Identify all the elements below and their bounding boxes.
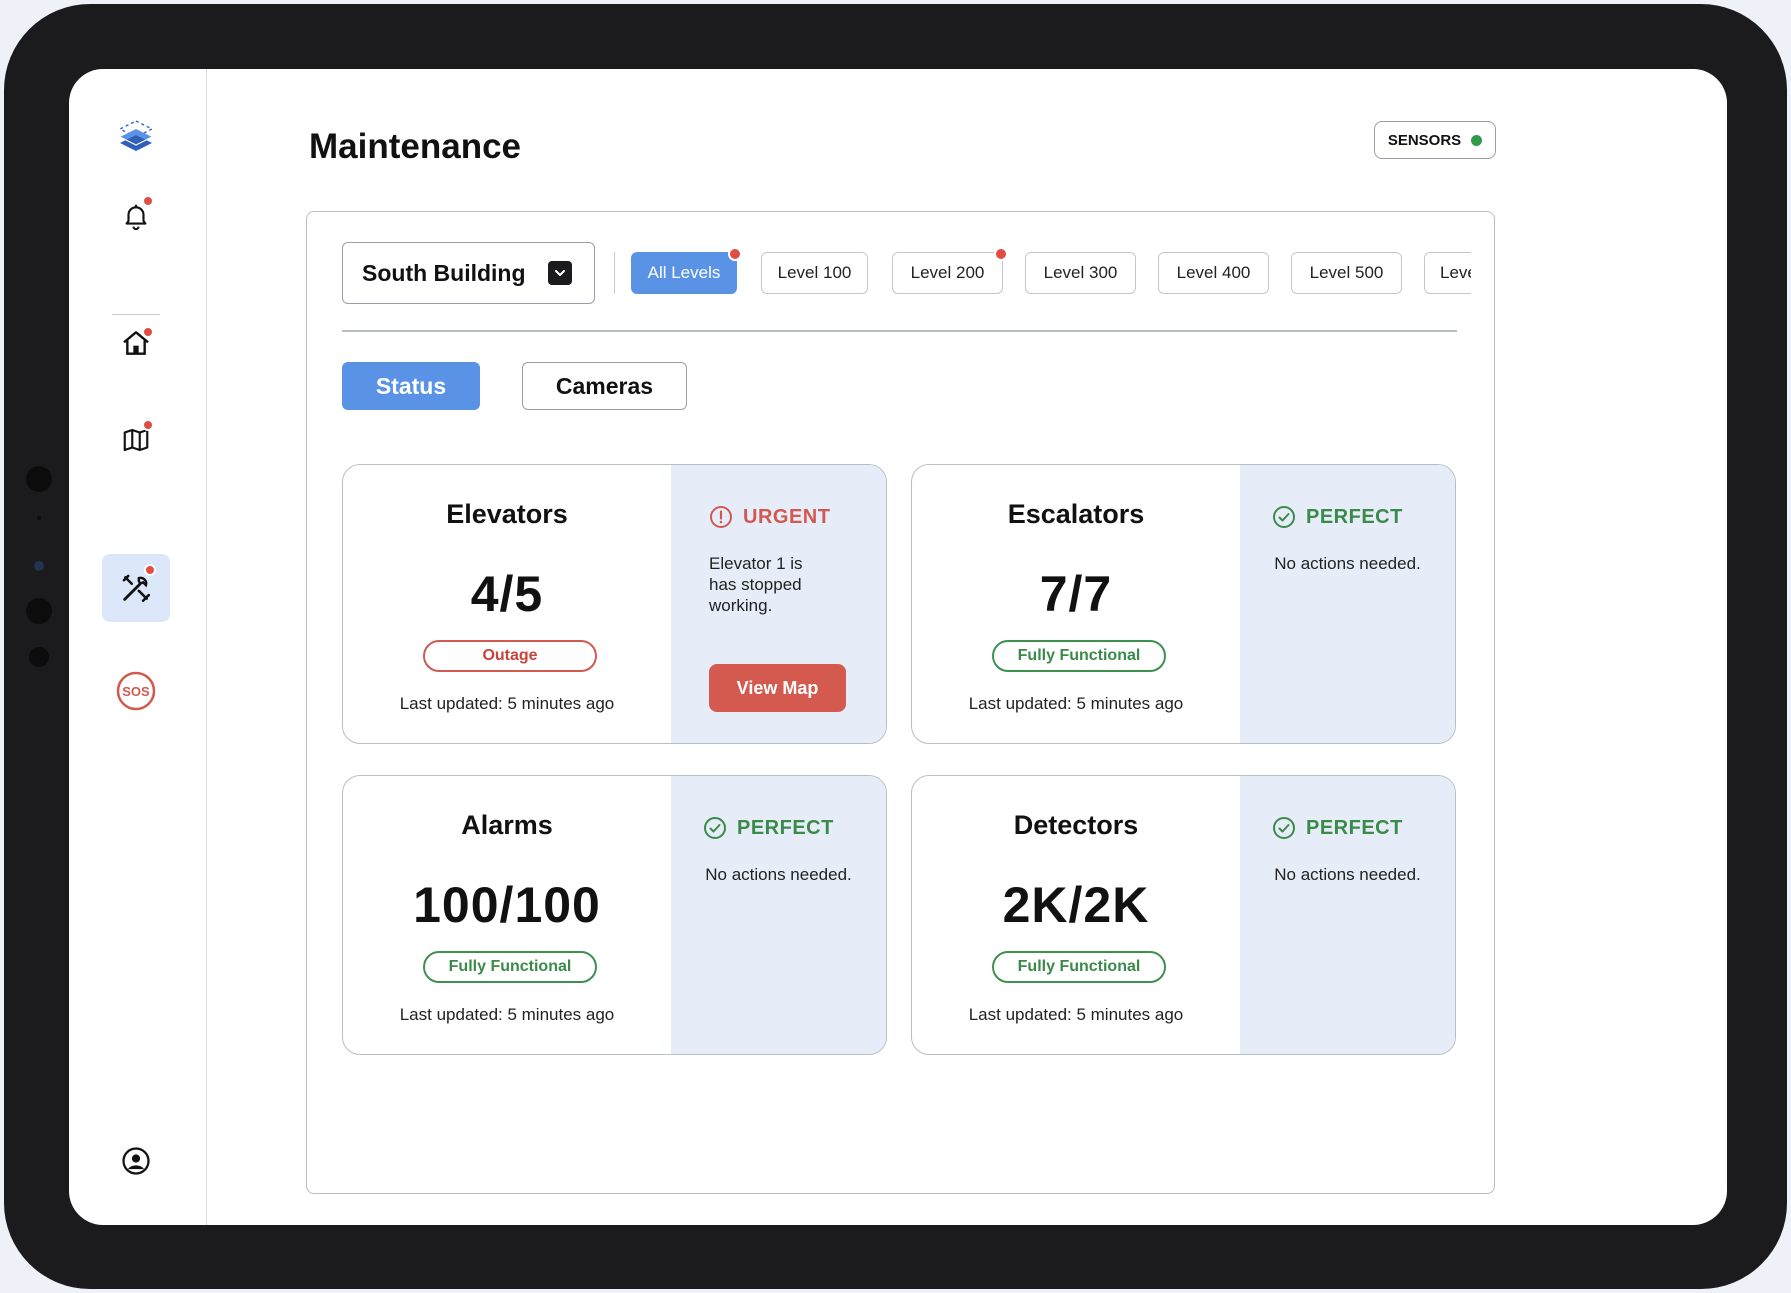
card-title: Alarms <box>461 810 553 840</box>
notification-dot <box>142 419 154 431</box>
filter-divider <box>342 330 1457 332</box>
last-updated: Last updated: 5 minutes ago <box>968 1005 1184 1024</box>
last-updated: Last updated: 5 minutes ago <box>968 694 1184 713</box>
status-row: PERFECT <box>671 816 886 840</box>
sensors-button[interactable]: SENSORS <box>1374 121 1496 159</box>
card-title: Detectors <box>1013 810 1139 840</box>
check-circle-icon <box>1273 817 1295 839</box>
building-select-value: South Building <box>362 259 526 286</box>
level-chip-500[interactable]: Level 500 <box>1291 252 1402 294</box>
sos-icon: SOS <box>116 671 156 711</box>
tablet-frame: SOS Maintenance SENSORS South Building A… <box>4 4 1787 1289</box>
logo-icon[interactable] <box>102 103 170 171</box>
sos-button[interactable]: SOS <box>102 657 170 725</box>
device-side-dot <box>26 598 52 624</box>
elevators-card: Elevators 4/5 Outage Last updated: 5 min… <box>342 464 887 744</box>
level-chip-label: Level 200 <box>910 263 985 282</box>
status-description: No actions needed. <box>705 865 852 884</box>
toolbar-divider <box>614 252 615 294</box>
detectors-card: Detectors 2K/2K Fully Functional Last up… <box>911 775 1456 1055</box>
card-summary: Detectors 2K/2K Fully Functional Last up… <box>912 776 1240 1054</box>
level-chip-label: Level 500 <box>1309 263 1384 282</box>
card-title: Elevators <box>446 499 568 529</box>
card-summary: Elevators 4/5 Outage Last updated: 5 min… <box>343 465 671 743</box>
level-chip-600[interactable]: Level 600 <box>1424 252 1471 294</box>
maintenance-panel: South Building All Levels Level 100 Leve… <box>306 211 1495 1194</box>
notification-dot <box>142 326 154 338</box>
alarms-card: Alarms 100/100 Fully Functional Last upd… <box>342 775 887 1055</box>
card-status-panel: PERFECT No actions needed. <box>671 776 886 1054</box>
status-description: No actions needed. <box>1274 554 1421 573</box>
level-chip-all[interactable]: All Levels <box>631 247 742 294</box>
status-row: PERFECT <box>1240 816 1455 840</box>
view-map-button[interactable]: View Map <box>709 664 846 712</box>
level-filter-bar: All Levels Level 100 Level 200 Level 300… <box>631 247 1471 307</box>
device-camera-dot <box>34 561 44 571</box>
check-circle-icon <box>1273 506 1295 528</box>
user-profile-button[interactable] <box>102 1127 170 1195</box>
level-chip-100[interactable]: Level 100 <box>761 252 868 294</box>
device-side-dot <box>37 516 41 520</box>
sidebar-item-maintenance[interactable] <box>102 554 170 622</box>
level-chip-label: Level 400 <box>1176 263 1251 282</box>
chevron-down-icon <box>548 261 572 285</box>
escalators-card: Escalators 7/7 Fully Functional Last upd… <box>911 464 1456 744</box>
notification-dot <box>142 195 154 207</box>
status-description: No actions needed. <box>1274 865 1421 884</box>
check-circle-icon <box>704 817 726 839</box>
notification-dot <box>728 247 742 261</box>
level-chip-300[interactable]: Level 300 <box>1025 252 1136 294</box>
card-summary: Alarms 100/100 Fully Functional Last upd… <box>343 776 671 1054</box>
status-label: PERFECT <box>1306 816 1403 839</box>
status-badge: Fully Functional <box>992 640 1166 672</box>
alert-icon <box>710 506 732 528</box>
svg-text:SOS: SOS <box>122 684 150 699</box>
last-updated: Last updated: 5 minutes ago <box>399 694 615 713</box>
sensors-label: SENSORS <box>1387 131 1462 149</box>
sensor-status-dot <box>1471 134 1483 146</box>
level-chip-label: Level 100 <box>777 263 852 282</box>
level-chip-400[interactable]: Level 400 <box>1158 252 1269 294</box>
level-chip-label: Level 600 <box>1440 263 1471 282</box>
status-row: URGENT <box>671 505 886 529</box>
status-label: PERFECT <box>1306 505 1403 528</box>
card-title: Escalators <box>1007 499 1145 529</box>
card-count: 100/100 <box>413 877 601 933</box>
building-select[interactable]: South Building <box>342 242 595 304</box>
status-badge: Fully Functional <box>992 951 1166 983</box>
status-row: PERFECT <box>1240 505 1455 529</box>
page-title: Maintenance <box>309 127 521 166</box>
level-chip-200[interactable]: Level 200 <box>892 247 1008 294</box>
tab-cameras[interactable]: Cameras <box>522 362 687 410</box>
card-count: 2K/2K <box>1002 877 1150 933</box>
card-status-panel: PERFECT No actions needed. <box>1240 776 1455 1054</box>
level-chip-label: All Levels <box>647 263 721 282</box>
status-description: Elevator 1 is has stopped working. <box>709 554 803 615</box>
tools-icon <box>122 574 151 603</box>
card-status-panel: URGENT Elevator 1 is has stopped working… <box>671 465 886 743</box>
status-label: URGENT <box>743 505 831 528</box>
notifications-button[interactable] <box>102 182 170 250</box>
sidebar-item-map[interactable] <box>102 406 170 474</box>
sidebar: SOS <box>69 69 207 1225</box>
card-count: 4/5 <box>470 566 544 622</box>
device-side-dot <box>26 466 52 492</box>
card-summary: Escalators 7/7 Fully Functional Last upd… <box>912 465 1240 743</box>
status-label: PERFECT <box>737 816 834 839</box>
notification-dot <box>994 247 1008 261</box>
notification-dot <box>144 564 156 576</box>
tab-status[interactable]: Status <box>342 362 480 410</box>
status-badge: Outage <box>423 640 597 672</box>
level-chip-label: Level 300 <box>1043 263 1118 282</box>
status-badge: Fully Functional <box>423 951 597 983</box>
app-screen: SOS Maintenance SENSORS South Building A… <box>69 69 1727 1225</box>
last-updated: Last updated: 5 minutes ago <box>399 1005 615 1024</box>
sidebar-item-home[interactable] <box>102 309 170 377</box>
card-count: 7/7 <box>1039 566 1113 622</box>
device-side-dot <box>29 647 49 667</box>
user-icon <box>122 1147 150 1175</box>
card-status-panel: PERFECT No actions needed. <box>1240 465 1455 743</box>
